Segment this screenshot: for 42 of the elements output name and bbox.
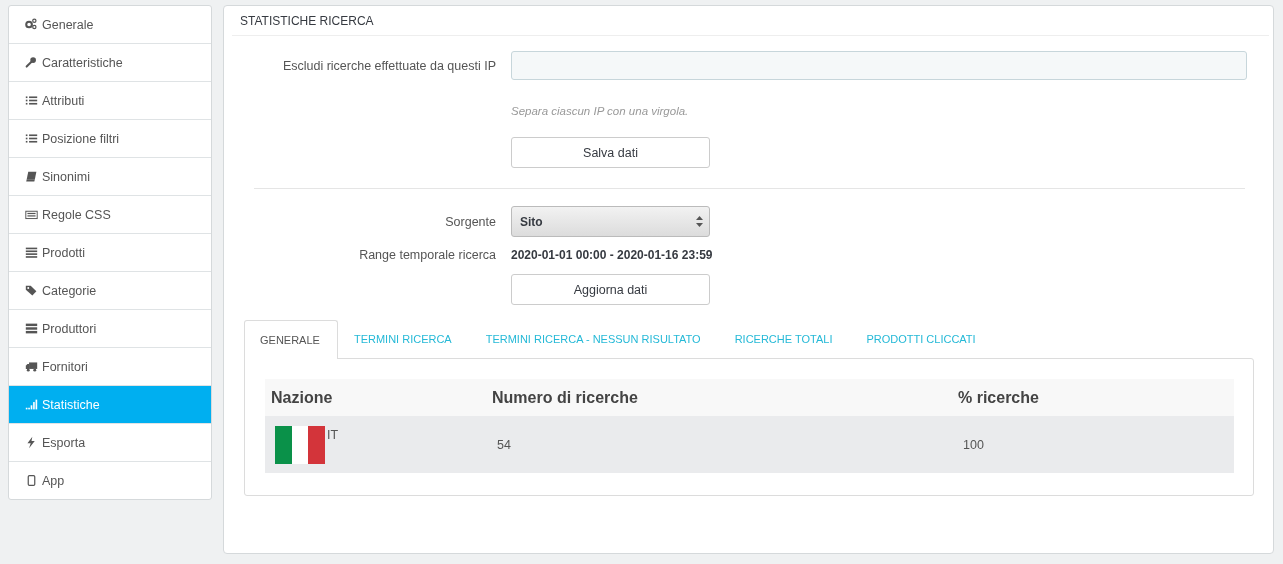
column-header: Nazione xyxy=(270,388,334,407)
source-select[interactable]: Sito xyxy=(511,206,710,237)
bars-icon xyxy=(25,246,38,259)
list-icon xyxy=(25,132,38,145)
sidebar-item[interactable]: Produttori xyxy=(9,310,211,348)
flag-icon xyxy=(275,425,325,464)
save-button[interactable]: Salva dati xyxy=(511,137,710,168)
table-cell-text: 54 xyxy=(496,437,512,452)
mobile-icon xyxy=(25,474,38,487)
keyboard-icon xyxy=(25,208,38,221)
sidebar-item[interactable]: Sinonimi xyxy=(9,158,211,196)
sidebar-item[interactable]: Categorie xyxy=(9,272,211,310)
field-label: Sorgente xyxy=(444,214,497,229)
input-field[interactable] xyxy=(511,51,1247,80)
sidebar-item[interactable]: App xyxy=(9,462,211,499)
table-cell: IT xyxy=(327,427,339,442)
signal-icon xyxy=(25,398,38,411)
sidebar-item[interactable]: Prodotti xyxy=(9,234,211,272)
wrench-icon xyxy=(25,56,38,69)
sidebar-item[interactable]: Regole CSS xyxy=(9,196,211,234)
updown-icon xyxy=(696,216,703,227)
sidebar-item[interactable]: Attributi xyxy=(9,82,211,120)
column-header: % ricerche xyxy=(957,388,1040,407)
book-icon xyxy=(25,170,38,183)
list-icon xyxy=(25,94,38,107)
table-cell-text: 100 xyxy=(962,437,985,452)
update-button[interactable]: Aggiorna dati xyxy=(511,274,710,305)
range-value: 2020-01-01 00:00 - 2020-01-16 23:59 xyxy=(511,248,713,262)
sidebar-item[interactable]: Posizione filtri xyxy=(9,120,211,158)
sidebar-item[interactable]: Generale xyxy=(9,6,211,44)
sidebar-item[interactable]: Caratteristiche xyxy=(9,44,211,82)
tags-icon xyxy=(25,284,38,297)
sidebar-item[interactable]: Esporta xyxy=(9,424,211,462)
help-text: Separa ciascun IP con una virgola. xyxy=(511,105,690,117)
panel-title: STATISTICHE RICERCA xyxy=(232,6,1269,36)
field-label: Range temporale ricerca xyxy=(358,248,497,262)
tab[interactable]: GENERALE xyxy=(244,320,338,359)
gears-icon xyxy=(25,18,38,31)
field-label: Escludi ricerche effettuate da questi IP xyxy=(281,58,497,73)
truck-icon xyxy=(25,360,38,373)
server-icon xyxy=(25,322,38,335)
column-header: Numero di ricerche xyxy=(491,388,639,407)
